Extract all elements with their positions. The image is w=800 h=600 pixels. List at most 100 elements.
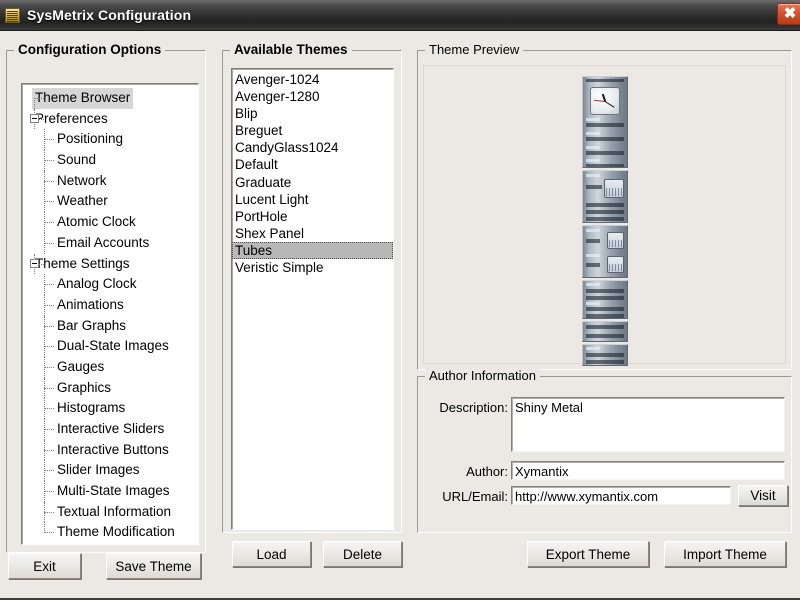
tree-item-interactive-sliders[interactable]: Interactive Sliders bbox=[22, 419, 198, 440]
export-theme-button[interactable]: Export Theme bbox=[527, 541, 649, 567]
author-information-legend: Author Information bbox=[425, 368, 540, 383]
tree-item-sound[interactable]: Sound bbox=[22, 150, 198, 171]
tree-item-email-accounts[interactable]: Email Accounts bbox=[22, 232, 198, 254]
tree-item-label: Positioning bbox=[57, 131, 124, 147]
theme-list-item[interactable]: Breguet bbox=[232, 122, 393, 139]
tree-item-label: Animations bbox=[57, 296, 124, 312]
tree-item-label: Textual Information bbox=[57, 503, 172, 519]
tree-connector-stub bbox=[44, 449, 54, 451]
theme-list-item[interactable]: Avenger-1280 bbox=[232, 88, 393, 105]
theme-preview-skin-image bbox=[581, 76, 628, 366]
theme-preview-canvas bbox=[423, 65, 786, 366]
description-label: Description: bbox=[439, 400, 508, 415]
tree-connector-stub bbox=[44, 160, 54, 162]
tree-item-label: Dual-State Images bbox=[57, 338, 169, 354]
tree-item-label: Slider Images bbox=[57, 462, 140, 478]
title-bar[interactable]: SysMetrix Configuration ✖ bbox=[0, 0, 800, 31]
tree-item-label: Email Accounts bbox=[57, 234, 150, 250]
tree-item-slider-images[interactable]: Slider Images bbox=[22, 460, 198, 482]
tree-connector-stub bbox=[44, 366, 54, 368]
tree-connector-stub bbox=[44, 346, 54, 348]
tree-item-theme-browser[interactable]: Theme Browser bbox=[22, 88, 198, 109]
tree-connector-stub bbox=[44, 284, 54, 286]
theme-preview-group: Theme Preview bbox=[417, 42, 792, 370]
tree-item-label: Atomic Clock bbox=[57, 214, 136, 230]
skin-memory-module bbox=[581, 279, 628, 319]
skin-disk-module bbox=[581, 224, 628, 278]
skin-analog-clock-icon bbox=[589, 87, 620, 115]
tree-item-label: Sound bbox=[57, 152, 97, 168]
theme-list-item[interactable]: Avenger-1024 bbox=[232, 71, 393, 88]
available-themes-group: Available Themes Avenger-1024 Avenger-128… bbox=[222, 42, 402, 533]
url-email-field[interactable]: http://www.xymantix.com bbox=[511, 486, 731, 505]
tree-item-animations[interactable]: Animations bbox=[22, 294, 198, 316]
tree-item-label: Graphics bbox=[57, 379, 112, 395]
tree-item-label: Bar Graphs bbox=[57, 317, 127, 333]
tree-connector-stub bbox=[44, 222, 54, 224]
tree-item-label: Weather bbox=[57, 193, 108, 209]
tree-item-interactive-buttons[interactable]: Interactive Buttons bbox=[22, 439, 198, 461]
available-themes-listbox[interactable]: Avenger-1024 Avenger-1280 Blip Breguet Candy… bbox=[231, 68, 394, 530]
tree-item-label: Gauges bbox=[57, 358, 105, 374]
tree-item-label: Theme Browser bbox=[32, 88, 134, 109]
tree-item-textual-information[interactable]: Textual Information bbox=[22, 501, 198, 523]
tree-collapse-icon[interactable] bbox=[30, 258, 39, 268]
tree-item-bar-graphs[interactable]: Bar Graphs bbox=[22, 315, 198, 337]
delete-button[interactable]: Delete bbox=[323, 541, 402, 567]
tree-connector-stub bbox=[44, 387, 54, 389]
tree-connector-stub bbox=[44, 491, 54, 493]
theme-list-item[interactable]: Default bbox=[232, 156, 393, 173]
tree-item-label: Histograms bbox=[57, 400, 126, 416]
tree-item-weather[interactable]: Weather bbox=[22, 191, 198, 213]
configuration-options-tree[interactable]: Theme Browser Preferences Positioning Sound… bbox=[21, 83, 199, 545]
visit-button[interactable]: Visit bbox=[738, 485, 788, 506]
tree-item-preferences[interactable]: Preferences bbox=[22, 108, 198, 130]
theme-list-item[interactable]: Lucent Light bbox=[232, 191, 393, 208]
theme-list-item[interactable]: PortHole bbox=[232, 208, 393, 225]
url-email-label: URL/Email: bbox=[442, 489, 508, 504]
author-field[interactable]: Xymantix bbox=[511, 461, 785, 480]
tree-connector-stub bbox=[44, 201, 54, 203]
tree-item-analog-clock[interactable]: Analog Clock bbox=[22, 274, 198, 295]
tree-item-histograms[interactable]: Histograms bbox=[22, 398, 198, 419]
tree-collapse-icon[interactable] bbox=[30, 113, 39, 123]
theme-list-item[interactable]: Blip bbox=[232, 105, 393, 122]
import-theme-button[interactable]: Import Theme bbox=[664, 541, 786, 567]
tree-connector-stub bbox=[44, 242, 54, 244]
theme-list-item[interactable]: CandyGlass1024 bbox=[232, 139, 393, 156]
author-information-group: Author Information Description: Shiny Me… bbox=[417, 368, 792, 533]
tree-connector-stub bbox=[44, 139, 54, 141]
skin-weather-module bbox=[581, 320, 628, 343]
tree-item-theme-settings[interactable]: Theme Settings bbox=[22, 253, 198, 275]
tree-item-positioning[interactable]: Positioning bbox=[22, 129, 198, 151]
tree-item-label: Multi-State Images bbox=[57, 483, 170, 499]
tree-item-label: Theme Settings bbox=[35, 255, 130, 271]
theme-list-item[interactable]: Shex Panel bbox=[232, 225, 393, 242]
skin-network-module bbox=[581, 169, 628, 223]
tree-item-multi-state-images[interactable]: Multi-State Images bbox=[22, 481, 198, 502]
tree-item-graphics[interactable]: Graphics bbox=[22, 377, 198, 399]
theme-list-item[interactable]: Graduate bbox=[232, 174, 393, 191]
tree-item-label: Interactive Sliders bbox=[57, 421, 165, 436]
theme-preview-legend: Theme Preview bbox=[425, 42, 524, 57]
configuration-options-group: Configuration Options Theme Browser Prefe… bbox=[6, 42, 206, 553]
tree-item-label: Network bbox=[57, 172, 107, 188]
theme-list-item[interactable]: Tubes bbox=[232, 241, 393, 260]
client-area: Configuration Options Theme Browser Prefe… bbox=[0, 31, 800, 598]
tree-item-network[interactable]: Network bbox=[22, 170, 198, 192]
window-title: SysMetrix Configuration bbox=[27, 7, 192, 23]
save-theme-button[interactable]: Save Theme bbox=[106, 553, 201, 579]
tree-connector-line bbox=[34, 98, 35, 109]
tree-connector-stub bbox=[44, 180, 54, 182]
tree-item-theme-modification[interactable]: Theme Modification bbox=[22, 522, 198, 543]
tree-item-label: Theme Modification bbox=[57, 524, 175, 540]
description-field[interactable]: Shiny Metal bbox=[511, 397, 785, 452]
exit-button[interactable]: Exit bbox=[8, 553, 81, 579]
theme-list-item[interactable]: Veristic Simple bbox=[232, 259, 393, 276]
load-button[interactable]: Load bbox=[232, 541, 311, 567]
tree-item-gauges[interactable]: Gauges bbox=[22, 356, 198, 378]
tree-connector-stub bbox=[44, 304, 54, 306]
tree-item-dual-state-images[interactable]: Dual-State Images bbox=[22, 336, 198, 357]
tree-item-atomic-clock[interactable]: Atomic Clock bbox=[22, 212, 198, 233]
close-icon[interactable]: ✖ bbox=[777, 3, 800, 25]
